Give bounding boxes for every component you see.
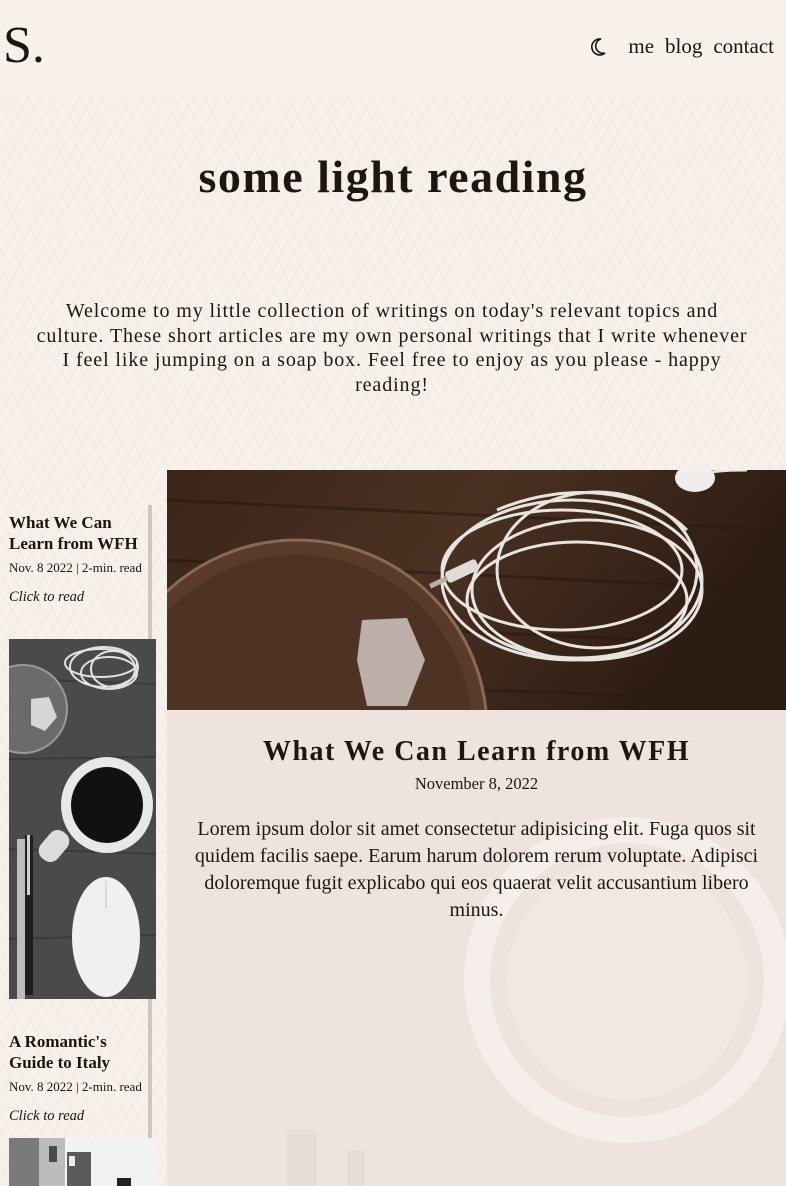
moon-icon[interactable] — [590, 36, 608, 58]
post-meta: Nov. 8 2022 | 2-min. read — [9, 1079, 142, 1094]
featured-image — [167, 470, 786, 710]
post-title[interactable]: A Romantic's Guide to Italy — [9, 1032, 151, 1073]
nav-link-contact[interactable]: contact — [713, 34, 774, 59]
featured-post-date: November 8, 2022 — [414, 774, 539, 793]
featured-post[interactable]: What We Can Learn from WFH November 8, 2… — [167, 470, 786, 1186]
site-logo[interactable]: S. — [3, 18, 45, 74]
featured-post-title[interactable]: What We Can Learn from WFH — [167, 736, 786, 768]
list-item[interactable]: What We Can Learn from WFH Nov. 8 2022 |… — [9, 513, 151, 606]
nav-link-blog[interactable]: blog — [665, 34, 702, 59]
featured-post-excerpt: Lorem ipsum dolor sit amet consectetur a… — [194, 818, 759, 921]
click-to-read-link[interactable]: Click to read — [9, 1108, 151, 1125]
post-thumbnail[interactable] — [9, 639, 156, 999]
nav-link-me[interactable]: me — [628, 34, 654, 59]
click-to-read-link[interactable]: Click to read — [9, 589, 151, 606]
intro-text: Welcome to my little collection of writi… — [36, 300, 748, 396]
post-meta: Nov. 8 2022 | 2-min. read — [9, 560, 142, 575]
page-title: some light reading — [198, 151, 588, 202]
post-list-sidebar: What We Can Learn from WFH Nov. 8 2022 |… — [0, 505, 158, 1186]
post-title[interactable]: What We Can Learn from WFH — [9, 513, 151, 554]
main-nav: me blog contact — [590, 34, 774, 59]
list-item[interactable]: A Romantic's Guide to Italy Nov. 8 2022 … — [9, 1032, 151, 1125]
post-thumbnail[interactable] — [9, 1138, 156, 1186]
